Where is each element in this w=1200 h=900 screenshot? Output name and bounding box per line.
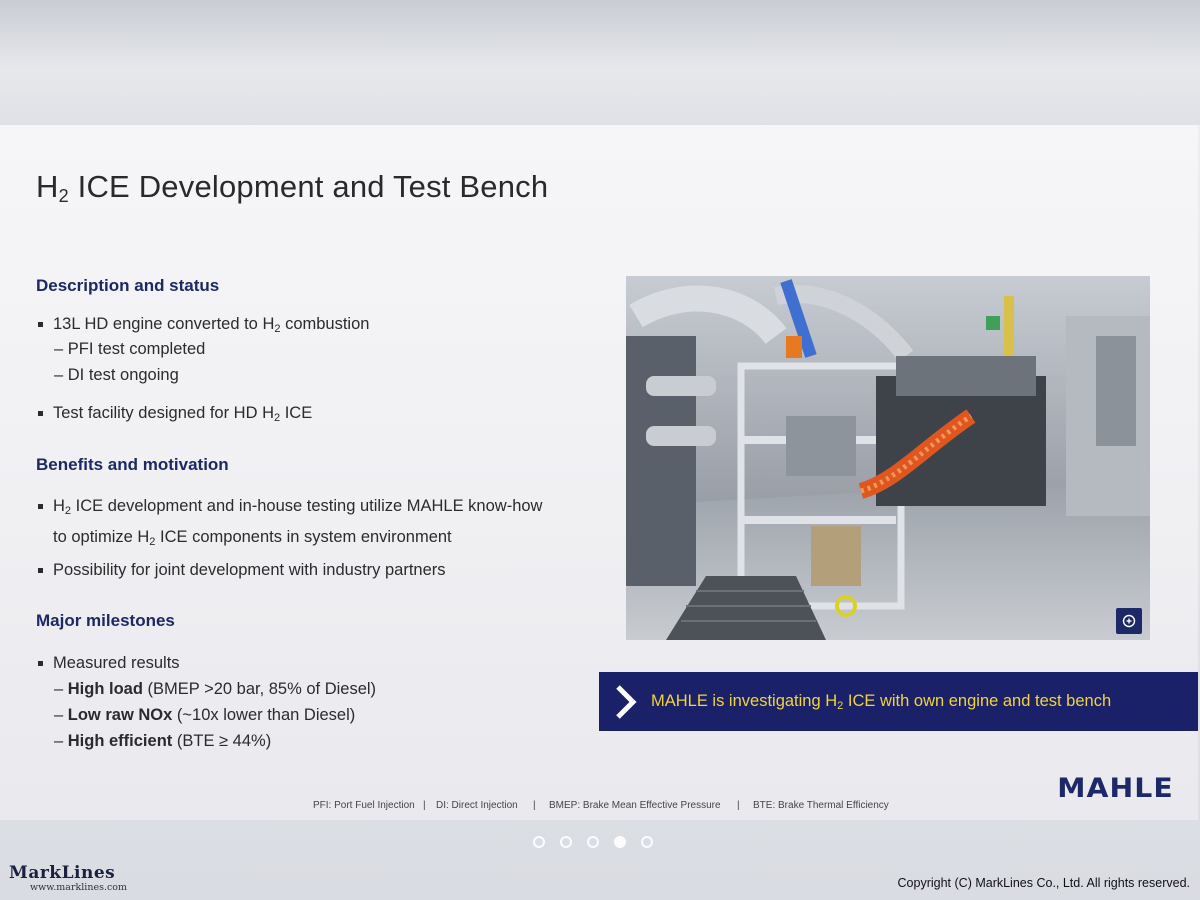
footnote-separator: | <box>423 800 426 811</box>
footnote-bte: BTE: Brake Thermal Efficiency <box>753 800 889 811</box>
sub-bullet-pfi: – PFI test completed <box>54 340 206 358</box>
background-wall <box>0 0 1200 125</box>
zoom-icon <box>1122 614 1136 628</box>
footnote-pfi: PFI: Port Fuel Injection <box>313 800 415 811</box>
pagination-dot[interactable] <box>587 836 599 848</box>
bullet-test-facility: Test facility designed for HD H2 ICE <box>38 400 312 431</box>
bullet-measured-results: Measured results <box>38 650 180 676</box>
pagination-dot-active[interactable] <box>614 836 626 848</box>
bullet-development: H2 ICE development and in-house testing … <box>38 493 542 555</box>
chevron-right-icon <box>616 685 637 719</box>
sub-bullet-low-nox: – Low raw NOx (~10x lower than Diesel) <box>54 706 356 724</box>
section-heading-benefits: Benefits and motivation <box>36 455 229 474</box>
footnote-di: DI: Direct Injection <box>436 800 518 811</box>
marklines-logo: MarkLines <box>9 863 116 883</box>
banner-text: MAHLE is investigating H2 ICE with own e… <box>651 692 1112 712</box>
pagination-dot[interactable] <box>533 836 545 848</box>
zoom-button[interactable] <box>1116 608 1142 634</box>
footnote-bmep: BMEP: Brake Mean Effective Pressure <box>549 800 721 811</box>
slide-pagination <box>533 836 653 848</box>
bullet-joint-development: Possibility for joint development with i… <box>38 557 446 583</box>
key-message-banner: MAHLE is investigating H2 ICE with own e… <box>599 672 1198 731</box>
sub-bullet-di: – DI test ongoing <box>54 366 179 384</box>
pagination-dot[interactable] <box>560 836 572 848</box>
mahle-logo: MAHLE <box>1057 773 1174 804</box>
footnote-separator: | <box>737 800 740 811</box>
bullet-engine: 13L HD engine converted to H2 combustion <box>38 311 369 342</box>
sub-bullet-high-efficiency: – High efficient (BTE ≥ 44%) <box>54 732 272 750</box>
sub-bullet-high-load: – High load (BMEP >20 bar, 85% of Diesel… <box>54 680 377 698</box>
section-heading-milestones: Major milestones <box>36 611 175 630</box>
presentation-slide: H2 ICE Development and Test Bench Descri… <box>0 125 1198 820</box>
footnote-separator: | <box>533 800 536 811</box>
slide-title: H2 ICE Development and Test Bench <box>36 169 549 206</box>
pagination-dot[interactable] <box>641 836 653 848</box>
copyright-text: Copyright (C) MarkLines Co., Ltd. All ri… <box>897 876 1190 890</box>
marklines-url: www.marklines.com <box>30 882 128 893</box>
section-heading-description: Description and status <box>36 276 220 295</box>
test-bench-photo <box>626 276 1150 640</box>
